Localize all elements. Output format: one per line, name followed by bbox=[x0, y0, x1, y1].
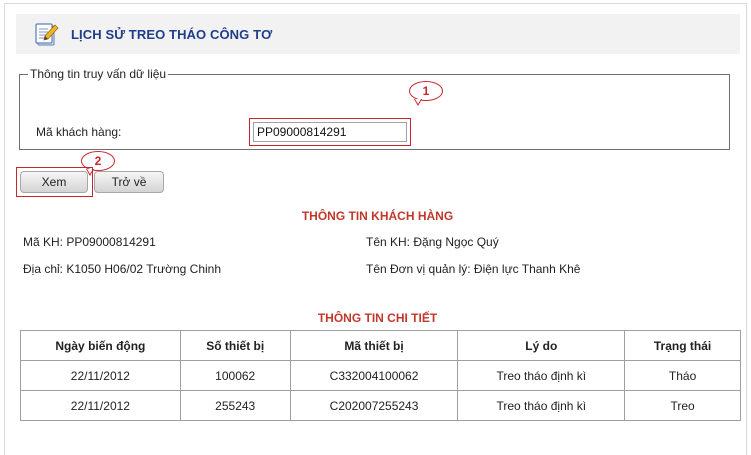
customer-name-info: Tên KH: Đặng Ngọc Quý bbox=[366, 235, 499, 249]
customer-info-title: THÔNG TIN KHÁCH HÀNG bbox=[301, 209, 454, 223]
customer-code-info: Mã KH: PP09000814291 bbox=[23, 235, 156, 249]
detail-title: THÔNG TIN CHI TIẾT bbox=[317, 311, 438, 325]
cell-device-code: C202007255243 bbox=[289, 390, 459, 421]
column-header-reason: Lý do bbox=[457, 330, 626, 361]
query-fieldset: Thông tin truy vấn dữ liệu Mã khách hàng… bbox=[19, 67, 730, 150]
page-header: LỊCH SỬ TREO THÁO CÔNG TƠ bbox=[16, 14, 740, 54]
callout-step-1-number: 1 bbox=[422, 84, 430, 98]
cell-device-code: C332004100062 bbox=[289, 360, 459, 391]
customer-address-info: Địa chỉ: K1050 H06/02 Trường Chinh bbox=[23, 262, 222, 276]
customer-code-input[interactable] bbox=[253, 122, 407, 142]
cell-reason: Treo tháo định kì bbox=[457, 390, 626, 421]
edit-form-icon bbox=[34, 21, 60, 47]
cell-device-number: 255243 bbox=[179, 390, 291, 421]
column-header-change-date: Ngày biến động bbox=[20, 330, 181, 361]
column-header-device-number: Số thiết bị bbox=[179, 330, 291, 361]
table-row: 22/11/2012 100062 C332004100062 Treo thá… bbox=[20, 360, 741, 391]
cell-change-date: 22/11/2012 bbox=[20, 390, 181, 421]
column-header-device-code: Mã thiết bị bbox=[289, 330, 459, 361]
cell-change-date: 22/11/2012 bbox=[20, 360, 181, 391]
detail-table: Ngày biến động Số thiết bị Mã thiết bị L… bbox=[20, 330, 741, 421]
table-row: 22/11/2012 255243 C202007255243 Treo thá… bbox=[20, 390, 741, 421]
cell-status: Treo bbox=[624, 390, 741, 421]
back-button[interactable]: Trở về bbox=[94, 171, 164, 193]
callout-step-2-number: 2 bbox=[94, 154, 102, 168]
callout-step-1: 1 bbox=[409, 81, 443, 106]
cell-reason: Treo tháo định kì bbox=[457, 360, 626, 391]
cell-status: Tháo bbox=[624, 360, 741, 391]
customer-code-label: Mã khách hàng: bbox=[36, 125, 122, 139]
view-button[interactable]: Xem bbox=[20, 171, 88, 193]
management-unit-info: Tên Đơn vị quản lý: Điện lực Thanh Khê bbox=[366, 262, 581, 276]
query-legend: Thông tin truy vấn dữ liệu bbox=[30, 67, 167, 81]
customer-code-highlight bbox=[249, 118, 411, 146]
table-header-row: Ngày biến động Số thiết bị Mã thiết bị L… bbox=[20, 330, 741, 361]
cell-device-number: 100062 bbox=[179, 360, 291, 391]
page-title: LỊCH SỬ TREO THÁO CÔNG TƠ bbox=[71, 27, 273, 42]
column-header-status: Trạng thái bbox=[624, 330, 741, 361]
